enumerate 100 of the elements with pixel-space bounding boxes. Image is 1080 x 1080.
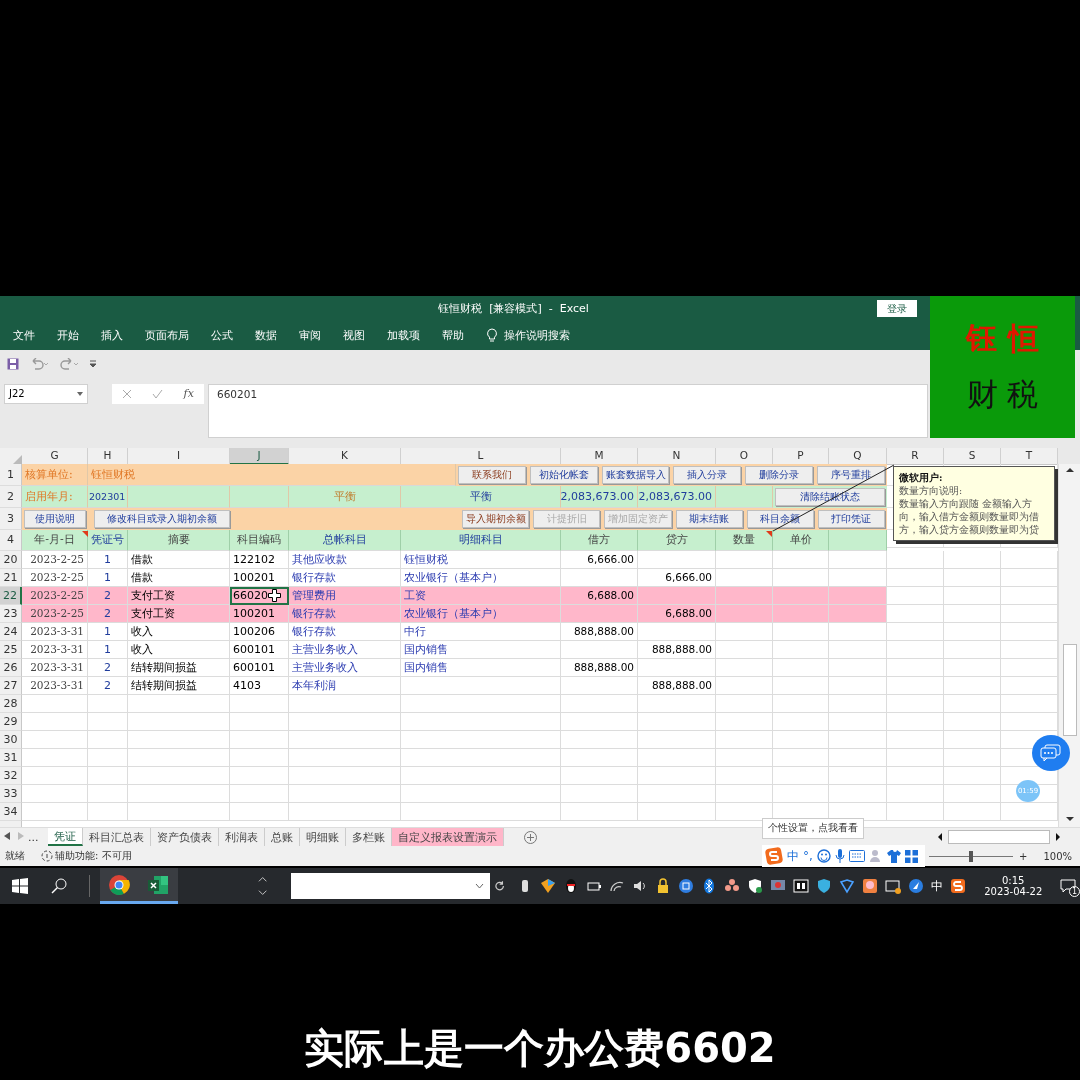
ribbon-tab[interactable]: 审阅: [299, 328, 321, 343]
smiley-icon[interactable]: [816, 849, 831, 863]
ribbon-tab[interactable]: 文件: [13, 328, 35, 343]
search-icon[interactable]: [50, 878, 67, 894]
taskbar-app[interactable]: [138, 868, 179, 904]
empty-cell: [716, 694, 773, 713]
scrollbar-thumb[interactable]: [1062, 643, 1077, 736]
flower-icon[interactable]: [724, 878, 741, 894]
table-cell: 银行存款: [289, 622, 401, 641]
feather-icon[interactable]: [908, 878, 925, 894]
caret-icon[interactable]: [475, 883, 485, 889]
zoom-level[interactable]: 100%: [1043, 850, 1072, 862]
sheet-button[interactable]: 打印凭证: [817, 509, 886, 528]
keyboard-icon[interactable]: [848, 850, 865, 862]
row-number[interactable]: 2: [0, 485, 22, 508]
save-icon[interactable]: [7, 357, 19, 370]
customize-caret-icon[interactable]: [89, 359, 97, 368]
address-field[interactable]: [291, 873, 491, 899]
sheet-button[interactable]: 使用说明: [24, 509, 86, 528]
clock-date[interactable]: 2023-04-22: [984, 886, 1043, 897]
column-header[interactable]: R: [887, 447, 944, 465]
table-cell: 结转期间损益: [128, 658, 230, 677]
row-number[interactable]: 1: [0, 463, 22, 486]
row-number[interactable]: 4: [0, 529, 22, 551]
refresh-icon[interactable]: [494, 880, 506, 892]
empty-cell: [887, 694, 944, 713]
scroll-arrows-icon[interactable]: [258, 874, 268, 898]
sheet-button[interactable]: 期末结账: [675, 509, 743, 528]
shield-icon[interactable]: [747, 878, 764, 894]
grid-icon[interactable]: [904, 849, 918, 863]
sheet-button[interactable]: 插入分录: [673, 465, 742, 484]
sheet-button[interactable]: 导入期初余额: [462, 509, 530, 528]
column-header[interactable]: T: [1001, 447, 1058, 465]
ribbon-tab[interactable]: 插入: [101, 328, 123, 343]
sheet-button[interactable]: 联系我们: [458, 465, 526, 484]
ribbon-tab[interactable]: 视图: [343, 328, 365, 343]
photo-app-icon[interactable]: [885, 878, 902, 894]
column-header[interactable]: J: [230, 447, 289, 465]
search-field[interactable]: 操作说明搜索: [504, 328, 570, 343]
sheet-button[interactable]: 初始化帐套: [529, 465, 598, 484]
shield-icon[interactable]: [816, 878, 833, 894]
ribbon-tab[interactable]: 公式: [211, 328, 233, 343]
microphone-icon[interactable]: [834, 849, 845, 863]
sheet-tab[interactable]: 凭证: [48, 828, 83, 847]
add-sheet-icon[interactable]: [524, 830, 537, 844]
input-mode-indicator[interactable]: 中: [931, 877, 944, 895]
browser-icon[interactable]: [108, 873, 131, 896]
table-cell: 1: [88, 568, 128, 587]
cube-icon[interactable]: [540, 878, 557, 894]
chat-button[interactable]: [1032, 734, 1070, 771]
sheet-button[interactable]: 序号重排: [817, 465, 885, 484]
clock-time[interactable]: 0:15: [1002, 875, 1025, 886]
horizontal-scrollbar[interactable]: [948, 830, 1050, 845]
formula-field[interactable]: 660201: [208, 383, 928, 438]
column-header[interactable]: S: [944, 447, 1001, 465]
zoom-slider-thumb[interactable]: [969, 850, 973, 862]
taskbar-app[interactable]: [99, 868, 139, 904]
row-number[interactable]: 3: [0, 507, 22, 530]
circle-app-icon[interactable]: [678, 878, 695, 894]
empty-cell: [716, 784, 773, 803]
table-cell: 1: [88, 550, 128, 569]
windows-start-icon[interactable]: [11, 878, 28, 894]
login-button[interactable]: 登录: [877, 300, 917, 318]
sheet-button[interactable]: 删除分录: [745, 465, 814, 484]
ribbon-tab[interactable]: 开始: [57, 328, 79, 343]
table-cell: 核算单位:: [22, 463, 88, 486]
more-sheets-button[interactable]: ...: [28, 830, 48, 844]
shirt-icon[interactable]: [886, 849, 901, 863]
table-cell: 2: [88, 586, 128, 605]
empty-cell: [88, 766, 128, 785]
spreadsheet-app-icon[interactable]: [147, 873, 170, 896]
empty-cell: [944, 712, 1001, 731]
table-cell: 2023-3-31: [22, 658, 88, 677]
empty-cell: [88, 730, 128, 749]
ribbon-tab[interactable]: 页面布局: [145, 328, 189, 343]
name-box[interactable]: J22: [4, 383, 88, 404]
column-heading: 贷方: [638, 529, 716, 551]
ribbon-tab[interactable]: 加载项: [387, 328, 420, 343]
table-cell: 100206: [230, 622, 289, 641]
insert-function-button[interactable]: fx: [183, 387, 194, 401]
ime-logo-icon[interactable]: [950, 878, 967, 894]
sheet-button[interactable]: 修改科目或录入期初余额: [94, 509, 230, 528]
table-cell: 100201: [230, 604, 289, 623]
sheet-button[interactable]: 账套数据导入: [601, 465, 670, 484]
check-icon[interactable]: [152, 388, 164, 399]
ribbon-tab[interactable]: 数据: [255, 328, 277, 343]
empty-cell: [88, 784, 128, 803]
table-cell: 钰恒财税: [88, 463, 456, 486]
ribbon-tab[interactable]: 帮助: [442, 328, 464, 343]
notification-icon[interactable]: [1060, 878, 1076, 894]
caret-icon[interactable]: [77, 391, 83, 396]
accessibility-status[interactable]: 辅助功能: 不可用: [55, 849, 132, 863]
sheet-tab[interactable]: 自定义报表设置演示: [392, 828, 504, 847]
square-icon[interactable]: [793, 878, 810, 894]
punctuation-button[interactable]: °,: [803, 849, 813, 863]
table-cell: 2: [88, 604, 128, 623]
zoom-in-button[interactable]: +: [1019, 850, 1028, 862]
table-cell: 主营业务收入: [289, 640, 401, 659]
empty-cell: [944, 604, 1001, 623]
ime-mode-button[interactable]: 中: [787, 847, 799, 865]
